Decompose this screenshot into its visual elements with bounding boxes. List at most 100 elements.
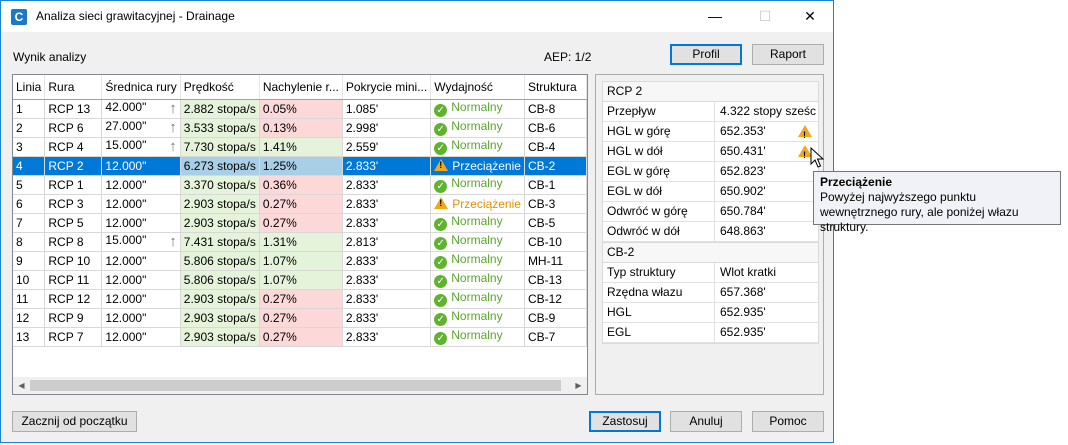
cell-structure: CB-7 bbox=[524, 327, 587, 347]
cell-line: 5 bbox=[13, 175, 46, 195]
cell-structure: CB-12 bbox=[524, 289, 587, 309]
table-row[interactable]: 13 RCP 7 12.000" 2.903 stopa/s 0.27% 2.833' ✓ N… bbox=[13, 327, 587, 347]
property-key: HGL w górę bbox=[607, 124, 671, 138]
cell-line: 6 bbox=[13, 194, 46, 214]
profile-button[interactable]: Profil bbox=[670, 44, 742, 65]
cell-velocity: 6.273 stopa/s bbox=[180, 156, 260, 176]
cell-diameter: 12.000" bbox=[101, 308, 181, 328]
cell-velocity: 3.370 stopa/s bbox=[180, 175, 260, 195]
diameter-value: 15.000" bbox=[105, 233, 147, 247]
cell-line: 3 bbox=[13, 137, 46, 157]
capacity-status: Normalny bbox=[451, 214, 503, 228]
close-button[interactable]: ✕ bbox=[787, 1, 833, 32]
property-row: HGL 652.935' bbox=[603, 303, 818, 323]
help-button[interactable]: Pomoc bbox=[752, 411, 824, 432]
property-value: 652.935' bbox=[714, 303, 816, 322]
scroll-right-icon[interactable]: ▶ bbox=[570, 377, 587, 394]
table-row[interactable]: 11 RCP 12 12.000" 2.903 stopa/s 0.27% 2.833' ✓… bbox=[13, 289, 587, 309]
column-header[interactable]: Rura bbox=[44, 75, 103, 100]
cell-velocity: 7.431 stopa/s bbox=[180, 232, 260, 252]
column-header[interactable]: Średnica rury bbox=[101, 75, 181, 100]
cell-structure: CB-4 bbox=[524, 137, 587, 157]
check-icon: ✓ bbox=[434, 237, 448, 250]
cancel-button[interactable]: Anuluj bbox=[670, 411, 742, 432]
tooltip-title: Przeciążenie bbox=[820, 175, 893, 189]
cell-slope: 0.27% bbox=[259, 308, 343, 328]
table-row[interactable]: 8 RCP 8 15.000" ↑ 7.431 stopa/s 1.31% 2.813' ✓ N… bbox=[13, 232, 587, 252]
cell-structure: CB-10 bbox=[524, 232, 587, 252]
cell-velocity: 2.903 stopa/s bbox=[180, 289, 260, 309]
scroll-thumb[interactable] bbox=[30, 380, 561, 391]
column-header[interactable]: Nachylenie r... bbox=[259, 75, 343, 100]
table-row[interactable]: 4RCP 212.000" 6.273 stopa/s1.25%2.833' Prz… bbox=[13, 156, 587, 176]
cell-slope: 0.13% bbox=[259, 118, 343, 138]
cell-slope: 0.05% bbox=[259, 99, 343, 119]
table-row[interactable]: 7 RCP 5 12.000" 2.903 stopa/s 0.27% 2.833' ✓ No… bbox=[13, 213, 587, 233]
window-title: Analiza sieci grawitacyjnej - Drainage bbox=[36, 9, 235, 23]
property-row: Odwróć w dół 648.863' bbox=[603, 222, 818, 242]
cell-capacity: ✓ Normalny bbox=[430, 289, 525, 309]
cell-pipe: RCP 10 bbox=[44, 251, 103, 271]
cell-cover: 1.085' bbox=[342, 99, 432, 119]
diameter-value: 27.000" bbox=[105, 119, 147, 133]
table-row[interactable]: 12 RCP 9 12.000" 2.903 stopa/s 0.27% 2.833' ✓ N… bbox=[13, 308, 587, 328]
cell-slope: 0.27% bbox=[259, 289, 343, 309]
cell-slope: 0.27% bbox=[259, 194, 343, 214]
properties-panel: RCP 2 Przepływ4.322 stopy sześci...HGL w… bbox=[595, 74, 824, 395]
cell-slope: 1.41% bbox=[259, 137, 343, 157]
title-bar: C Analiza sieci grawitacyjnej - Drainage… bbox=[1, 1, 833, 32]
table-row[interactable]: 3 RCP 4 15.000" ↑ 7.730 stopa/s 1.41% 2.559' ✓ N… bbox=[13, 137, 587, 157]
cell-velocity: 2.882 stopa/s bbox=[180, 99, 260, 119]
capacity-status: Normalny bbox=[451, 252, 503, 266]
property-row: EGL 652.935' bbox=[603, 323, 818, 343]
results-grid[interactable]: Linia Rura Średnica rury Prędkość Nachylenie… bbox=[12, 74, 588, 395]
capacity-status: Przeciążenie bbox=[452, 158, 521, 173]
structure-group-title: CB-2 bbox=[603, 243, 818, 263]
cell-line: 11 bbox=[13, 289, 46, 309]
cell-velocity: 2.903 stopa/s bbox=[180, 213, 260, 233]
start-over-button[interactable]: Zacznij od początku bbox=[12, 411, 137, 432]
table-row[interactable]: 5 RCP 1 12.000" 3.370 stopa/s 0.36% 2.833' ✓ No… bbox=[13, 175, 587, 195]
check-icon: ✓ bbox=[434, 294, 448, 307]
warning-icon[interactable] bbox=[798, 125, 812, 145]
table-row[interactable]: 2 RCP 6 27.000" ↑ 3.533 stopa/s 0.13% 2.998' ✓ N… bbox=[13, 118, 587, 138]
apply-button[interactable]: Zastosuj bbox=[589, 411, 661, 432]
cell-slope: 1.07% bbox=[259, 270, 343, 290]
aep-label: AEP: 1/2 bbox=[544, 50, 592, 64]
cell-pipe: RCP 7 bbox=[44, 327, 103, 347]
report-button[interactable]: Raport bbox=[752, 44, 824, 65]
cell-diameter: 12.000" bbox=[101, 251, 181, 271]
column-header[interactable]: Struktura bbox=[524, 75, 587, 100]
column-header[interactable]: Prędkość bbox=[180, 75, 260, 100]
capacity-status: Normalny bbox=[451, 233, 503, 247]
column-header[interactable]: Wydajność bbox=[430, 75, 525, 100]
horizontal-scrollbar[interactable]: ◀ ▶ bbox=[13, 377, 587, 394]
diameter-value: 12.000" bbox=[105, 215, 147, 230]
diameter-value: 12.000" bbox=[105, 291, 147, 306]
property-row: HGL w dół 650.431' bbox=[603, 142, 818, 165]
scroll-left-icon[interactable]: ◀ bbox=[13, 377, 30, 394]
property-value: 652.823' bbox=[714, 162, 816, 181]
table-row[interactable]: 1 RCP 13 42.000" ↑ 2.882 stopa/s 0.05% 1.085' ✓… bbox=[13, 99, 587, 119]
pipe-group-title: RCP 2 bbox=[603, 82, 818, 102]
cell-diameter: 15.000" ↑ bbox=[101, 137, 181, 157]
table-row[interactable]: 9 RCP 10 12.000" 5.806 stopa/s 1.07% 2.833' ✓ N… bbox=[13, 251, 587, 271]
capacity-status: Normalny bbox=[451, 309, 503, 323]
check-icon: ✓ bbox=[434, 123, 448, 136]
cell-cover: 2.833' bbox=[342, 213, 432, 233]
up-arrow-icon: ↑ bbox=[169, 100, 177, 117]
cell-diameter: 12.000" bbox=[101, 175, 181, 195]
capacity-status: Normalny bbox=[451, 176, 503, 190]
capacity-status: Normalny bbox=[451, 290, 503, 304]
cell-pipe: RCP 1 bbox=[44, 175, 103, 195]
table-row[interactable]: 10 RCP 11 12.000" 5.806 stopa/s 1.07% 2.833' ✓… bbox=[13, 270, 587, 290]
cell-cover: 2.998' bbox=[342, 118, 432, 138]
column-header[interactable]: Pokrycie mini... bbox=[342, 75, 432, 100]
cell-structure: CB-9 bbox=[524, 308, 587, 328]
cell-slope: 1.31% bbox=[259, 232, 343, 252]
table-row[interactable]: 6RCP 312.000" 2.903 stopa/s0.27%2.833' Prz… bbox=[13, 194, 587, 214]
minimize-button[interactable]: — bbox=[692, 1, 738, 32]
property-row: Typ struktury Wlot kratki bbox=[603, 263, 818, 283]
cell-capacity: ✓ Normalny bbox=[430, 137, 525, 157]
column-header[interactable]: Linia bbox=[13, 75, 46, 100]
